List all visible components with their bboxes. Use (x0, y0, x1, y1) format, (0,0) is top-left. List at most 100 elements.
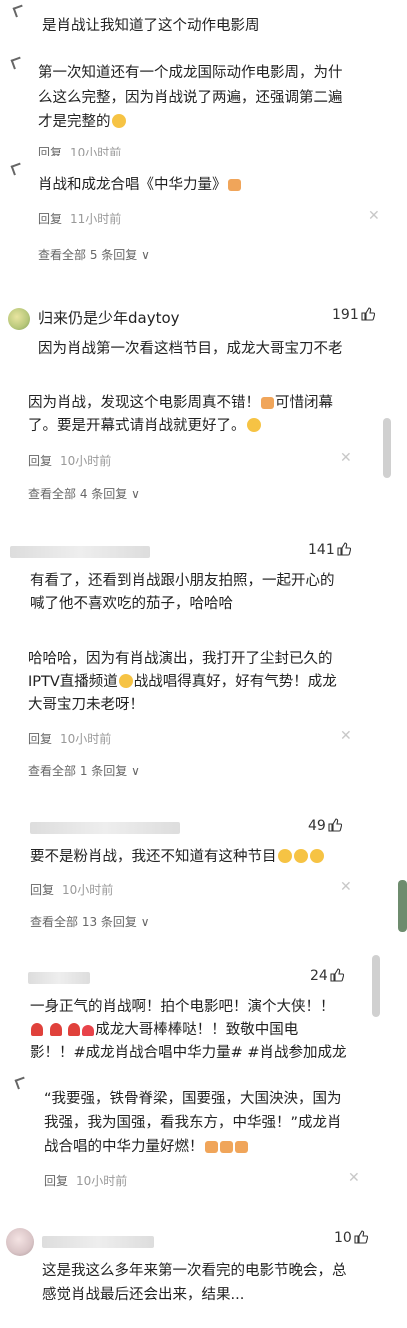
thumbs-up-icon (330, 968, 344, 982)
blurred-username (10, 546, 150, 558)
close-icon[interactable]: ✕ (340, 450, 352, 466)
crying-laugh-emoji-icon (118, 674, 133, 688)
thumbs-up-emoji-icon (219, 1141, 233, 1153)
comment-text-line: 才是完整的 (38, 111, 127, 134)
grin-emoji-icon (246, 418, 261, 432)
comment-6: 141 有看了，还看到肖战跟小朋友拍照，一起开心的 喊了他不喜欢吃的茄子，哈哈哈 (0, 532, 407, 622)
quote-mark-icon (12, 4, 26, 18)
quote-mark-icon (10, 56, 24, 70)
comment-text-line: 么这么完整，因为肖战说了两遍，还强调第二遍 (38, 90, 343, 106)
close-icon[interactable]: ✕ (340, 879, 352, 895)
thumbs-up-icon (354, 1230, 368, 1244)
thumbs-up-icon (337, 542, 351, 556)
timestamp: 10小时前 (62, 883, 114, 897)
comment-text-line: 有看了，还看到肖战跟小朋友拍照，一起开心的 (30, 573, 335, 589)
timestamp: 11小时前 (70, 212, 122, 226)
comment-text-line: 战合唱的中华力量好燃！ (44, 1136, 249, 1159)
chevron-down-icon: ∨ (140, 915, 150, 929)
quote-mark-icon (14, 1076, 28, 1090)
comment-meta: 回复 10小时前 (28, 452, 111, 469)
scrollbar-edge[interactable] (398, 880, 407, 932)
comment-text: 要不是粉肖战，我还不知道有这种节目 (30, 846, 325, 869)
comment-9: 24 一身正气的肖战啊！拍个电影吧！演个大侠！！ 成龙大哥棒棒哒！！致敬中国电 … (0, 960, 407, 1070)
thumbs-up-icon (328, 818, 342, 832)
comment-text-line: 因为肖战，发现这个电影周真不错！ 可惜闭幕 (28, 395, 333, 411)
comment-text-line: 大哥宝刀未老呀！ (28, 697, 144, 713)
thumbs-up-emoji-icon (227, 179, 241, 191)
comment-text-line: 哈哈哈，因为有肖战演出，我打开了尘封已久的 (28, 651, 333, 667)
username[interactable]: 归来仍是少年daytoy (38, 307, 180, 328)
thumbs-up-emoji-icon (234, 1141, 248, 1153)
comment-7: 哈哈哈，因为有肖战演出，我打开了尘封已久的 IPTV直播频道 战战唱得真好，好有气… (0, 642, 407, 782)
comment-text: 是肖战让我知道了这个动作电影周 (42, 18, 260, 34)
comment-meta: 回复 10小时前 (44, 1172, 127, 1189)
thumbs-up-emoji-icon (204, 1141, 218, 1153)
view-all-replies-link[interactable]: 查看全部 5 条回复 ∨ (38, 246, 150, 263)
comment-11: 10 这是我这么多年来第一次看完的电影节晚会，总 感觉肖战最后还会出来，结果..… (0, 1222, 407, 1328)
comment-text-line: 我强，我为国强，看我东方，中华强！”成龙肖 (44, 1115, 342, 1131)
blurred-username (28, 972, 90, 984)
chevron-down-icon: ∨ (131, 764, 140, 778)
blurred-username (42, 1236, 154, 1248)
comment-text-line: 了。要是开幕式请肖战就更好了。 (28, 415, 262, 438)
chevron-down-icon: ∨ (141, 248, 150, 262)
comment-2: 第一次知道还有一个成龙国际动作电影周，为什 么这么完整，因为肖战说了两遍，还强调… (0, 52, 407, 160)
close-icon[interactable]: ✕ (348, 1170, 360, 1186)
comment-text-line: 影！！#成龙肖战合唱中华力量# #肖战参加成龙 (30, 1045, 347, 1061)
reply-button[interactable]: 回复 (44, 1174, 68, 1188)
view-all-replies-link[interactable]: 查看全部 4 条回复 ∨ (28, 485, 140, 502)
thumbs-up-icon (361, 307, 375, 321)
timestamp: 10小时前 (60, 732, 112, 746)
comment-text-line: 这是我这么多年来第一次看完的电影节晚会，总 (42, 1263, 347, 1279)
comment-4: 归来仍是少年daytoy 191 因为肖战第一次看这档节目，成龙大哥宝刀不老 (0, 296, 407, 386)
sweat-emoji-icon (309, 849, 324, 863)
comment-5: 因为肖战，发现这个电影周真不错！ 可惜闭幕 了。要是开幕式请肖战就更好了。 回复 1… (0, 386, 407, 510)
comment-text-line: 感觉肖战最后还会出来，结果... (42, 1287, 245, 1303)
rose-emoji-icon (31, 1023, 43, 1036)
comment-text-line: IPTV直播频道 战战唱得真好，好有气势！成龙 (28, 674, 337, 690)
comment-text-line: 第一次知道还有一个成龙国际动作电影周，为什 (38, 65, 343, 81)
blurred-username (30, 822, 180, 834)
comment-3: 肖战和成龙合唱《中华力量》 回复 11小时前 ✕ 查看全部 5 条回复 ∨ (0, 156, 407, 276)
comment-text-line: 喊了他不喜欢吃的茄子，哈哈哈 (30, 596, 233, 612)
timestamp: 10小时前 (60, 454, 112, 468)
comment-1: 是肖战让我知道了这个动作电影周 (0, 0, 407, 45)
reply-button[interactable]: 回复 (28, 454, 52, 468)
comment-text: 肖战和成龙合唱《中华力量》 (38, 174, 242, 197)
chevron-down-icon: ∨ (131, 487, 140, 501)
view-all-replies-link[interactable]: 查看全部 1 条回复 ∨ (28, 762, 140, 779)
comment-text-line: “我要强，铁骨脊梁，国要强，大国泱泱，国为 (44, 1091, 342, 1107)
reply-button[interactable]: 回复 (38, 212, 62, 226)
avatar[interactable] (8, 308, 30, 330)
like-count[interactable]: 10 (334, 1230, 368, 1246)
thumbs-up-emoji-icon (261, 397, 274, 409)
avatar[interactable] (6, 1228, 34, 1256)
like-count[interactable]: 191 (332, 307, 375, 323)
comment-10: “我要强，铁骨脊梁，国要强，大国泱泱，国为 我强，我为国强，看我东方，中华强！”… (0, 1076, 407, 1196)
reply-button[interactable]: 回复 (28, 732, 52, 746)
sweat-emoji-icon (277, 849, 292, 863)
comment-8: 49 要不是粉肖战，我还不知道有这种节目 回复 10小时前 ✕ 查看全部 13 条… (0, 812, 407, 938)
comment-text-line: 成龙大哥棒棒哒！！致敬中国电 (30, 1019, 298, 1042)
comment-meta: 回复 10小时前 (28, 730, 111, 747)
close-icon[interactable]: ✕ (368, 208, 380, 224)
rose-emoji-icon (49, 1023, 62, 1036)
scrollbar-thumb[interactable] (372, 955, 380, 1017)
sweat-emoji-icon (293, 849, 308, 863)
smile-emoji-icon (111, 114, 126, 128)
timestamp: 10小时前 (76, 1174, 128, 1188)
scrollbar-thumb[interactable] (383, 418, 391, 478)
view-all-replies-link[interactable]: 查看全部 13 条回复 ∨ (30, 913, 150, 930)
comment-meta: 回复 11小时前 (38, 210, 121, 227)
like-count[interactable]: 141 (308, 542, 351, 558)
comment-meta: 回复 10小时前 (30, 881, 113, 898)
like-count[interactable]: 24 (310, 968, 344, 984)
comment-text-line: 一身正气的肖战啊！拍个电影吧！演个大侠！！ (30, 999, 335, 1015)
like-count[interactable]: 49 (308, 818, 342, 834)
heart-emoji-icon (82, 1025, 95, 1036)
rose-emoji-icon (68, 1023, 81, 1036)
reply-button[interactable]: 回复 (30, 883, 54, 897)
close-icon[interactable]: ✕ (340, 728, 352, 744)
quote-mark-icon (10, 162, 24, 176)
comment-text: 因为肖战第一次看这档节目，成龙大哥宝刀不老 (38, 341, 343, 357)
